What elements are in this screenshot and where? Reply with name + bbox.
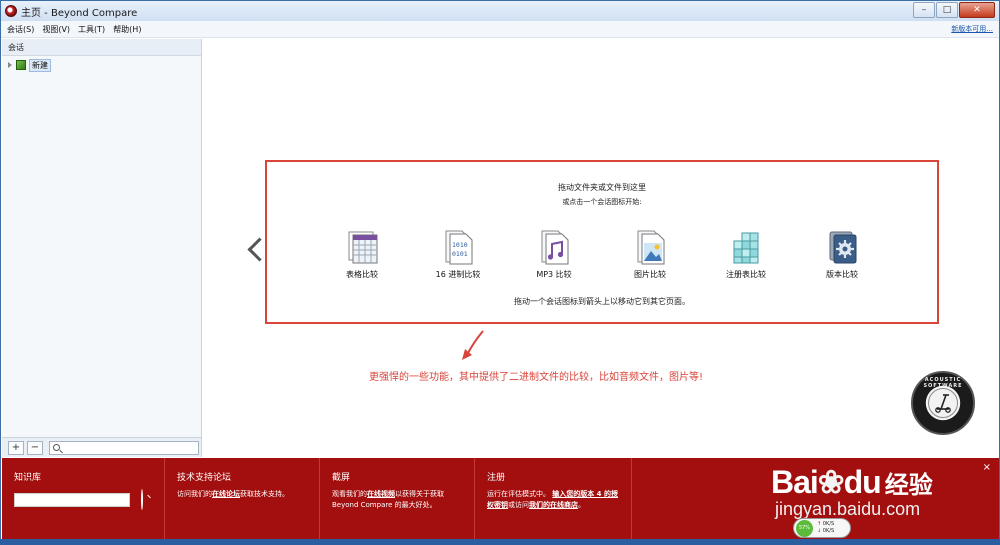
tree-item-new[interactable]: 新建 [2, 58, 201, 72]
session-drop-zone[interactable]: 拖动文件夹或文件到这里 或点击一个会话图标开始: 表格比较 1010 0101 … [265, 160, 939, 324]
session-label: 16 进制比较 [435, 270, 481, 279]
scooter-icon [928, 388, 958, 418]
session-picture-compare[interactable]: 图片比较 [610, 229, 690, 280]
session-registry-compare[interactable]: 注册表比较 [706, 229, 786, 280]
session-sidebar: 会话 新建 + − [2, 39, 202, 457]
online-forum-link[interactable]: 在线论坛 [212, 490, 240, 498]
session-hex-compare[interactable]: 1010 0101 16 进制比较 [418, 229, 498, 280]
menu-help[interactable]: 帮助(H) [113, 24, 141, 35]
knowledge-base-title: 知识库 [14, 473, 42, 483]
screencast-text: 观看我们的在线视频以获得关于获取 Beyond Compare 的最大好处。 [332, 489, 462, 511]
badge-ring-text: ACOUSTIC SOFTWARE [923, 377, 963, 389]
net-rates: ↑ 0K/S ↓ 0K/S [817, 521, 834, 535]
online-store-link[interactable]: 我们的在线商店 [529, 501, 578, 509]
session-label: 表格比较 [346, 270, 378, 279]
baidu-logo-tail: du [843, 464, 882, 500]
menu-session[interactable]: 会话(S) [7, 24, 34, 35]
menu-view[interactable]: 视图(V) [42, 24, 70, 35]
window-controls: – □ ✕ [913, 2, 995, 18]
maximize-icon: □ [942, 5, 952, 15]
menu-bar: 会话(S) 视图(V) 工具(T) 帮助(H) 新版本可用... [1, 21, 999, 38]
download-icon: ↓ [817, 528, 822, 534]
add-session-button[interactable]: + [8, 440, 24, 455]
svg-text:0101: 0101 [452, 250, 468, 258]
baidu-logo-text: Bai [771, 464, 819, 500]
app-logo-icon [5, 5, 17, 17]
session-label: 图片比较 [634, 270, 666, 279]
info-bar-close-button[interactable]: × [983, 462, 991, 473]
baidu-jingyan-watermark: Bai❀du 经验 [771, 463, 933, 501]
knowledge-base-section: 知识库 [2, 458, 165, 540]
drop-subinstruction: 或点击一个会话图标开始: [562, 198, 642, 206]
previous-page-arrow[interactable] [248, 239, 262, 263]
register-text-mid: 或访问 [508, 501, 529, 509]
acoustic-software-badge: ACOUSTIC SOFTWARE [911, 371, 975, 435]
session-version-compare[interactable]: 版本比较 [802, 229, 882, 280]
register-text-after: 。 [578, 501, 585, 509]
knowledge-base-search-input[interactable] [14, 492, 130, 507]
jingyan-text: 经验 [884, 471, 933, 499]
register-title: 注册 [487, 473, 506, 483]
mp3-compare-icon [536, 229, 572, 265]
network-speed-widget[interactable]: 57% ↑ 0K/S ↓ 0K/S [793, 518, 851, 538]
download-rate: 0K/S [822, 528, 835, 534]
registry-compare-icon [728, 229, 764, 265]
close-icon: ✕ [973, 5, 981, 15]
drag-hint: 拖动一个会话图标到箭头上以移动它到其它页面。 [514, 297, 690, 306]
screencast-section: 截屏 观看我们的在线视频以获得关于获取 Beyond Compare 的最大好处… [320, 458, 475, 540]
upload-rate: 0K/S [822, 521, 835, 527]
paw-icon: ❀ [817, 464, 845, 500]
sidebar-header: 会话 [2, 39, 201, 56]
minimize-icon: – [921, 5, 927, 15]
annotation-text: 更强悍的一些功能，其中提供了二进制文件的比较，比如音频文件，图片等! [369, 372, 704, 383]
upload-icon: ↑ [817, 521, 822, 527]
screencast-title: 截屏 [332, 473, 351, 483]
new-version-link[interactable]: 新版本可用... [951, 24, 993, 34]
register-section: 注册 运行在评估模式中。 输入您的版本 4 的授权密钥或访问我们的在线商店。 [475, 458, 632, 540]
online-video-link[interactable]: 在线视频 [367, 490, 395, 498]
close-button[interactable]: ✕ [959, 2, 995, 18]
annotation-arrow-icon [462, 330, 484, 360]
screencast-text-before: 观看我们的 [332, 490, 367, 498]
window-title: 主页 - Beyond Compare [21, 7, 138, 19]
svg-text:1010: 1010 [452, 241, 468, 249]
session-mp3-compare[interactable]: MP3 比较 [514, 229, 594, 280]
search-icon [141, 489, 144, 510]
register-text-before: 运行在评估模式中。 [487, 490, 550, 498]
hex-compare-icon: 1010 0101 [440, 229, 476, 265]
tree-item-label: 新建 [29, 58, 51, 72]
table-compare-icon [344, 229, 380, 265]
search-icon [53, 444, 60, 451]
forum-section: 技术支持论坛 访问我们的在线论坛获取技术支持。 [165, 458, 320, 540]
register-text: 运行在评估模式中。 输入您的版本 4 的授权密钥或访问我们的在线商店。 [487, 489, 619, 511]
forum-text: 访问我们的在线论坛获取技术支持。 [177, 489, 307, 500]
new-session-icon [16, 60, 26, 70]
forum-text-after: 获取技术支持。 [240, 490, 289, 498]
app-window: 主页 - Beyond Compare – □ ✕ 会话(S) 视图(V) 工具… [0, 0, 1000, 545]
minimize-button[interactable]: – [913, 2, 935, 18]
home-panel: 拖动文件夹或文件到这里 或点击一个会话图标开始: 表格比较 1010 0101 … [203, 39, 999, 457]
forum-text-before: 访问我们的 [177, 490, 212, 498]
menu-tools[interactable]: 工具(T) [78, 24, 105, 35]
forum-title: 技术支持论坛 [177, 473, 232, 483]
watermark-url: jingyan.baidu.com [775, 499, 921, 519]
drop-instruction: 拖动文件夹或文件到这里 [558, 183, 646, 192]
title-bar[interactable]: 主页 - Beyond Compare – □ ✕ [1, 1, 999, 21]
baidu-logo: Bai❀du [771, 464, 882, 500]
taskbar [0, 539, 1000, 545]
session-table-compare[interactable]: 表格比较 [322, 229, 402, 280]
cpu-percent: 57% [796, 519, 813, 537]
session-label: MP3 比较 [536, 270, 572, 279]
maximize-button[interactable]: □ [936, 2, 958, 18]
expand-arrow-icon[interactable] [8, 62, 12, 68]
picture-compare-icon [632, 229, 668, 265]
version-compare-icon [824, 229, 860, 265]
session-label: 注册表比较 [726, 270, 766, 279]
sidebar-footer: + − [2, 437, 201, 457]
session-search-input[interactable] [49, 440, 199, 455]
session-label: 版本比较 [826, 270, 858, 279]
remove-session-button[interactable]: − [27, 440, 43, 455]
knowledge-base-search-button[interactable] [141, 489, 144, 510]
